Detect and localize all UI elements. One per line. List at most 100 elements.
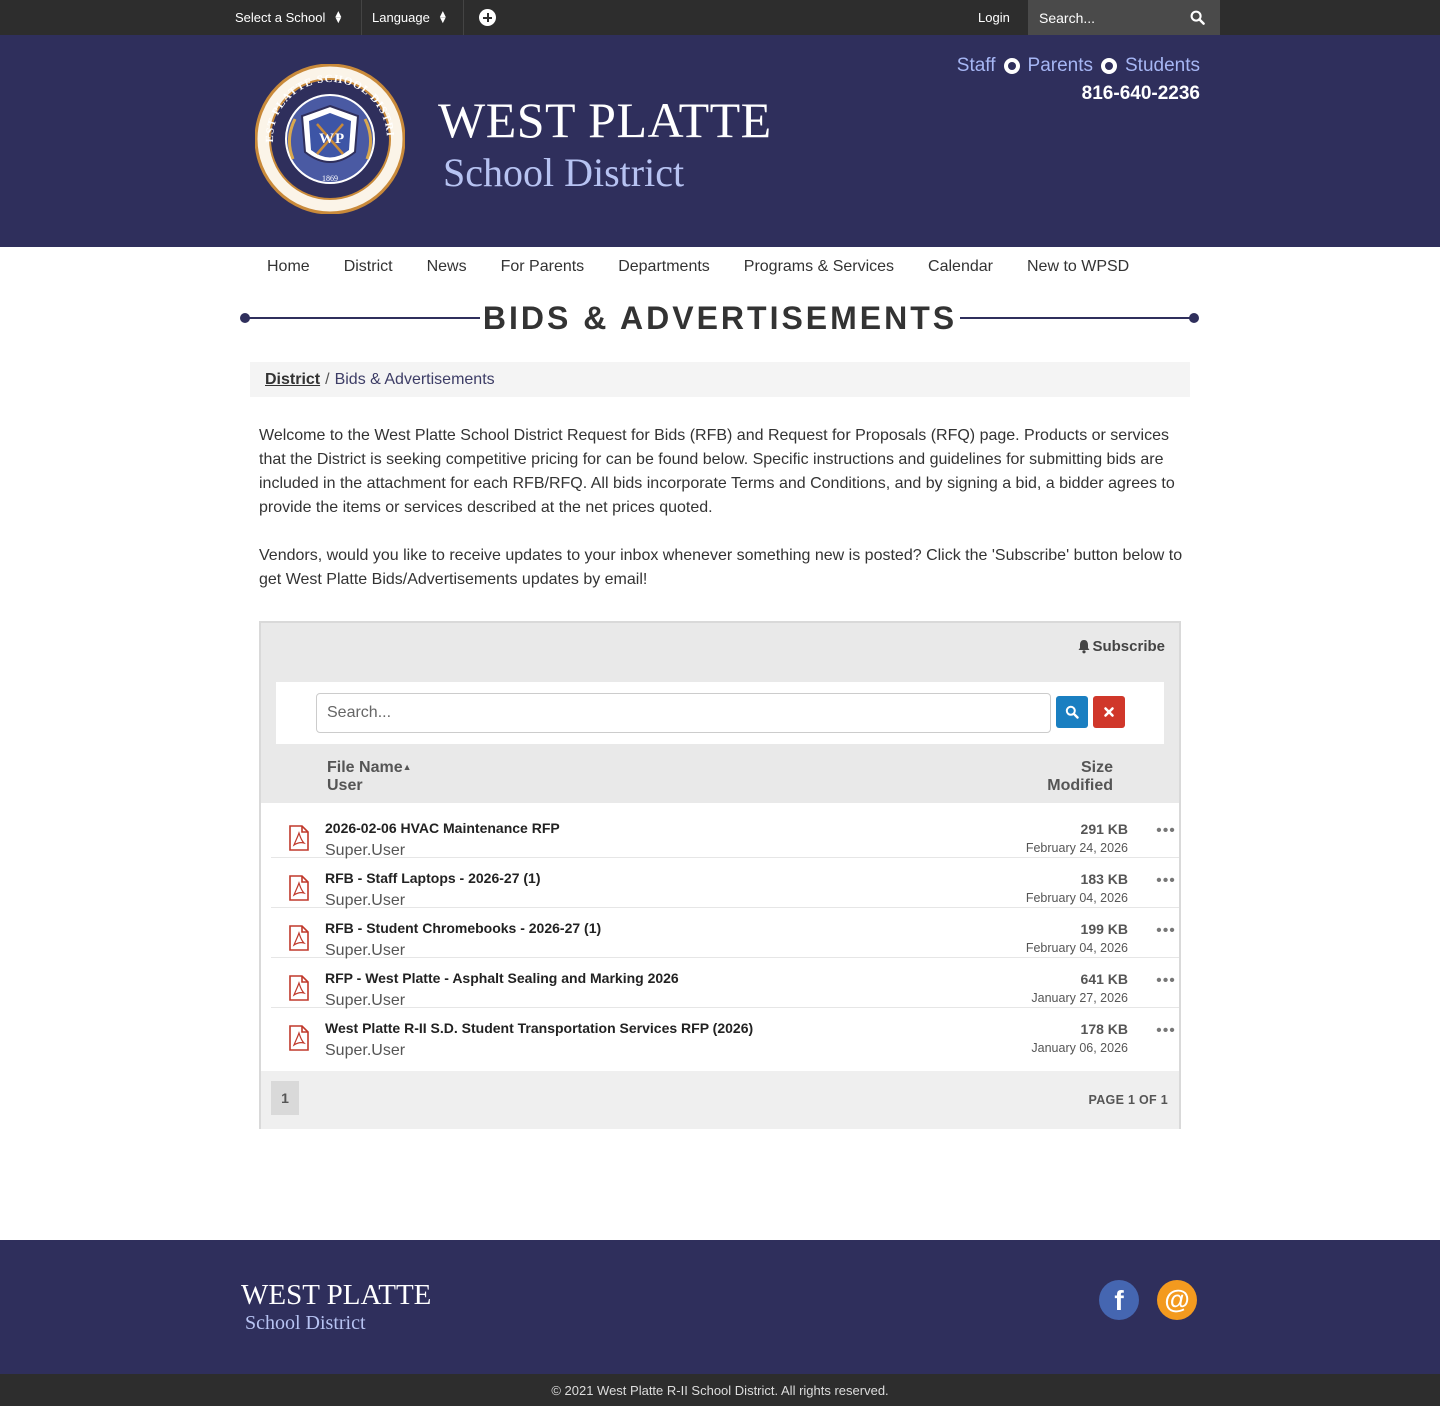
document-row[interactable]: RFB - Student Chromebooks - 2026-27 (1) … <box>271 908 1179 959</box>
document-row[interactable]: RFB - Staff Laptops - 2026-27 (1) Super.… <box>271 858 1179 909</box>
bullet-icon <box>1003 58 1020 74</box>
site-search <box>1028 0 1220 35</box>
document-modified: February 04, 2026 <box>1025 941 1128 955</box>
footer-brand-subtitle[interactable]: School District <box>245 1312 366 1335</box>
modified-column-header[interactable]: Modified <box>1047 777 1113 795</box>
document-modified: January 27, 2026 <box>1031 991 1128 1005</box>
close-icon <box>1104 707 1114 717</box>
column-headers: File Name▲ User Size Modified <box>261 757 1179 803</box>
staff-link[interactable]: Staff <box>957 55 996 77</box>
clear-search-button[interactable] <box>1093 696 1125 728</box>
pdf-file-icon <box>289 1025 309 1051</box>
document-row[interactable]: West Platte R-II S.D. Student Transporta… <box>271 1008 1179 1059</box>
document-name-link[interactable]: RFB - Student Chromebooks - 2026-27 (1) <box>325 920 601 936</box>
email-icon[interactable]: @ <box>1157 1280 1197 1320</box>
intro-text: Welcome to the West Platte School Distri… <box>259 424 1189 592</box>
footer-brand-title[interactable]: WEST PLATTE <box>241 1279 431 1312</box>
nav-district[interactable]: District <box>327 258 410 276</box>
search-icon[interactable] <box>1190 10 1205 25</box>
document-name-link[interactable]: West Platte R-II S.D. Student Transporta… <box>325 1020 753 1036</box>
district-seal-logo[interactable]: W P 1869 WEST PLATTE SCHOOL DISTRICT <box>255 64 405 214</box>
site-search-input[interactable] <box>1028 0 1183 35</box>
seal-year: 1869 <box>322 174 338 183</box>
site-header: W P 1869 WEST PLATTE SCHOOL DISTRICT WES… <box>0 35 1440 247</box>
plus-circle-icon[interactable] <box>479 9 496 26</box>
document-list-panel: Subscribe File Name▲ User Size Modified … <box>259 621 1181 1129</box>
breadcrumb: District / Bids & Advertisements <box>250 362 1190 397</box>
document-rows: 2026-02-06 HVAC Maintenance RFP Super.Us… <box>261 803 1179 1071</box>
copyright: © 2021 West Platte R-II School District.… <box>0 1374 1440 1406</box>
brand-title[interactable]: WEST PLATTE <box>438 91 772 149</box>
document-modified: February 04, 2026 <box>1025 891 1128 905</box>
document-size: 178 KB <box>1080 1021 1128 1037</box>
more-options-icon[interactable]: ••• <box>1155 972 1177 992</box>
intro-paragraph: Welcome to the West Platte School Distri… <box>259 427 1175 516</box>
file-name-column-header[interactable]: File Name▲ <box>327 759 412 777</box>
utility-bar: Select a School ▲ ▼ Language ▲ ▼ Login <box>0 0 1440 35</box>
document-size: 183 KB <box>1080 871 1128 887</box>
document-name-link[interactable]: 2026-02-06 HVAC Maintenance RFP <box>325 820 560 836</box>
site-footer: WEST PLATTE School District f @ <box>0 1240 1440 1374</box>
more-options-icon[interactable]: ••• <box>1155 822 1177 842</box>
document-user: Super.User <box>325 1042 406 1059</box>
document-size: 199 KB <box>1080 921 1128 937</box>
document-name-link[interactable]: RFB - Staff Laptops - 2026-27 (1) <box>325 870 540 886</box>
divider <box>361 0 362 35</box>
seal-initials: P <box>335 131 344 147</box>
search-icon <box>1065 705 1079 719</box>
page-title-block: BIDS & ADVERTISEMENTS <box>240 296 1200 342</box>
audience-links: Staff Parents Students <box>957 55 1200 77</box>
more-options-icon[interactable]: ••• <box>1155 1022 1177 1042</box>
document-size: 641 KB <box>1080 971 1128 987</box>
size-column-header[interactable]: Size <box>1081 759 1113 777</box>
language-select-label: Language <box>372 10 430 25</box>
breadcrumb-district-link[interactable]: District <box>265 371 320 389</box>
document-search-input[interactable] <box>316 693 1051 733</box>
pdf-file-icon <box>289 975 309 1001</box>
document-modified: February 24, 2026 <box>1025 841 1128 855</box>
decor-dot <box>1189 313 1199 323</box>
pdf-file-icon <box>289 875 309 901</box>
search-button[interactable] <box>1056 696 1088 728</box>
nav-home[interactable]: Home <box>250 258 327 276</box>
intro-paragraph: Vendors, would you like to receive updat… <box>259 547 1183 588</box>
language-select[interactable]: Language ▲ ▼ <box>372 0 448 35</box>
more-options-icon[interactable]: ••• <box>1155 872 1177 892</box>
select-caret-icon: ▲ ▼ <box>437 8 448 26</box>
nav-programs-services[interactable]: Programs & Services <box>727 258 911 276</box>
page-1-button[interactable]: 1 <box>271 1081 299 1115</box>
more-options-icon[interactable]: ••• <box>1155 922 1177 942</box>
document-row[interactable]: RFP - West Platte - Asphalt Sealing and … <box>271 958 1179 1009</box>
login-link[interactable]: Login <box>978 0 1010 35</box>
facebook-icon[interactable]: f <box>1099 1280 1139 1320</box>
school-select[interactable]: Select a School ▲ ▼ <box>235 0 343 35</box>
nav-calendar[interactable]: Calendar <box>911 258 1010 276</box>
select-caret-icon: ▲ ▼ <box>333 8 344 26</box>
nav-new-to-wpsd[interactable]: New to WPSD <box>1010 258 1146 276</box>
nav-for-parents[interactable]: For Parents <box>484 258 602 276</box>
nav-departments[interactable]: Departments <box>601 258 727 276</box>
parents-link[interactable]: Parents <box>1028 55 1093 77</box>
document-name-link[interactable]: RFP - West Platte - Asphalt Sealing and … <box>325 970 679 986</box>
breadcrumb-current: Bids & Advertisements <box>334 370 495 388</box>
seal-initials: W <box>319 131 334 147</box>
pdf-file-icon <box>289 925 309 951</box>
user-column-header[interactable]: User <box>327 777 363 795</box>
main-nav: Home District News For Parents Departmen… <box>250 247 1146 287</box>
subscribe-label: Subscribe <box>1092 638 1165 655</box>
document-row[interactable]: 2026-02-06 HVAC Maintenance RFP Super.Us… <box>271 808 1179 859</box>
nav-news[interactable]: News <box>410 258 484 276</box>
bullet-icon <box>1101 58 1117 74</box>
school-select-label: Select a School <box>235 10 326 25</box>
phone-number[interactable]: 816-640-2236 <box>1082 83 1200 105</box>
brand-subtitle[interactable]: School District <box>443 149 684 196</box>
document-modified: January 06, 2026 <box>1031 1041 1128 1055</box>
students-link[interactable]: Students <box>1125 55 1200 77</box>
pagination: 1 PAGE 1 OF 1 <box>261 1071 1179 1129</box>
divider <box>463 0 464 35</box>
breadcrumb-separator: / <box>325 370 330 388</box>
sort-ascending-icon: ▲ <box>402 762 412 772</box>
document-search <box>276 682 1164 744</box>
page-info: PAGE 1 OF 1 <box>1088 1093 1168 1107</box>
subscribe-button[interactable]: Subscribe <box>1077 638 1165 655</box>
